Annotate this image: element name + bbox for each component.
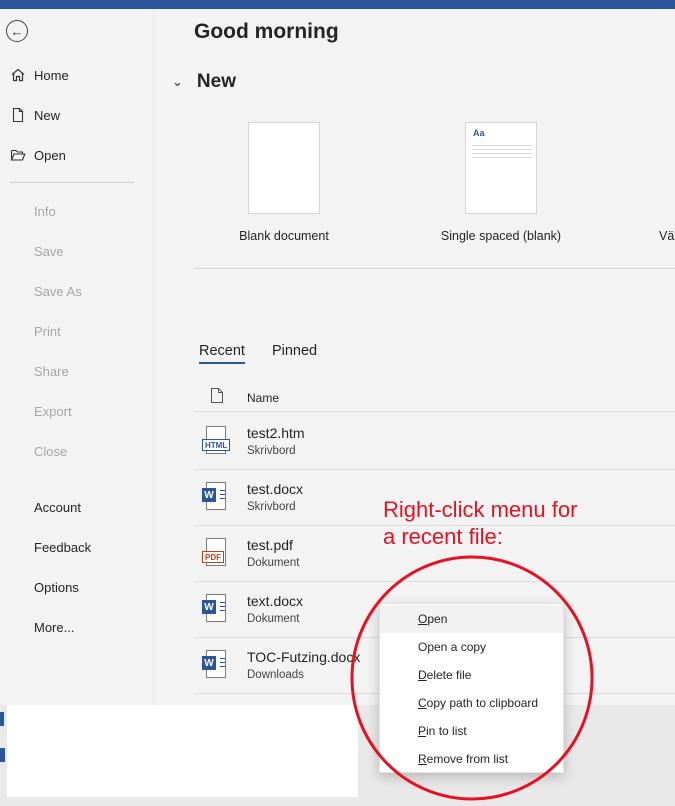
section-divider [194, 268, 675, 269]
sidebar-item-label: Open [34, 147, 66, 163]
sidebar-item-export: Export [0, 398, 154, 424]
template-blank-document[interactable]: Blank document [203, 122, 365, 243]
sidebar-item-label: Close [34, 443, 68, 459]
annotation-line: Right-click menu for [383, 497, 578, 522]
sidebar-item-print: Print [0, 318, 154, 344]
background-fragment [0, 748, 5, 762]
word-file-icon: W [202, 650, 230, 682]
word-file-icon: W [202, 594, 230, 626]
sidebar-item-label: Share [34, 363, 69, 379]
template-thumbnail [248, 122, 320, 214]
title-bar-accent [0, 0, 675, 9]
file-name: test2.htm [247, 425, 305, 441]
file-list-header: Name [194, 385, 675, 412]
sidebar-divider [10, 182, 134, 183]
sidebar-item-label: Account [34, 499, 81, 515]
open-folder-icon [10, 149, 26, 161]
document-icon [211, 388, 223, 403]
file-name: test.pdf [247, 537, 293, 553]
background-document-page [7, 705, 358, 797]
file-name: test.docx [247, 481, 304, 497]
sidebar-item-label: Info [34, 203, 56, 219]
sidebar-item-more[interactable]: More... [0, 614, 154, 640]
annotation-line: a recent file: [383, 524, 503, 549]
greeting-heading: Good morning [194, 20, 339, 43]
backstage-sidebar: ← Home New Open Info Save Save As Print … [0, 9, 154, 705]
sidebar-item-label: Export [34, 403, 72, 419]
sidebar-item-open[interactable]: Open [0, 142, 154, 168]
chevron-down-icon: ⌄ [172, 74, 183, 89]
sidebar-item-label: Print [34, 323, 61, 339]
word-file-icon: W [202, 482, 230, 514]
file-location: Skrivbord [247, 445, 296, 457]
sidebar-item-home[interactable]: Home [0, 62, 154, 88]
file-name: TOC-Futzing.docx [247, 649, 361, 665]
template-label: Vä [659, 229, 675, 243]
column-header-name[interactable]: Name [247, 391, 279, 405]
tab-recent[interactable]: Recent [199, 343, 245, 364]
sidebar-item-save: Save [0, 238, 154, 264]
sidebar-item-label: New [34, 107, 61, 123]
template-thumbnail: Aa [465, 122, 537, 214]
sidebar-item-label: Options [34, 579, 79, 595]
template-label: Single spaced (blank) [440, 229, 562, 243]
back-arrow-icon[interactable]: ← [6, 20, 28, 42]
new-section-header[interactable]: ⌄ New [172, 71, 236, 93]
sidebar-item-label: Feedback [34, 539, 92, 555]
sidebar-item-label: Home [34, 67, 69, 83]
template-partial[interactable]: Vä [659, 122, 675, 243]
sidebar-item-new[interactable]: New [0, 102, 154, 128]
background-fragment [0, 712, 4, 726]
template-label: Blank document [239, 229, 329, 243]
file-location: Dokument [247, 613, 300, 625]
sidebar-item-share: Share [0, 358, 154, 384]
recent-file-row[interactable]: HTML test2.htm Skrivbord [194, 414, 675, 470]
new-document-icon [12, 107, 24, 123]
template-thumb-text: Aa [473, 128, 485, 138]
recent-pinned-tabs: Recent Pinned [199, 343, 317, 364]
sidebar-item-save-as: Save As [0, 278, 154, 304]
sidebar-item-label: Save As [34, 283, 82, 299]
pdf-file-icon: PDF [202, 538, 230, 570]
file-name: text.docx [247, 593, 304, 609]
file-location: Downloads [247, 669, 304, 681]
sidebar-item-options[interactable]: Options [0, 574, 154, 600]
home-icon [11, 68, 25, 82]
sidebar-item-account[interactable]: Account [0, 494, 154, 520]
new-section-title: New [196, 71, 236, 92]
html-file-icon: HTML [202, 426, 231, 458]
file-location: Skrivbord [247, 501, 296, 513]
highlight-ellipse [350, 555, 594, 801]
annotation-text: Right-click menu for a recent file: [383, 496, 577, 550]
sidebar-item-label: Save [34, 243, 64, 259]
sidebar-item-label: More... [34, 619, 75, 635]
file-location: Dokument [247, 557, 300, 569]
template-single-spaced[interactable]: Aa Single spaced (blank) [423, 122, 579, 243]
tab-pinned[interactable]: Pinned [272, 343, 317, 364]
sidebar-item-close: Close [0, 438, 154, 464]
sidebar-item-info: Info [0, 198, 154, 224]
sidebar-item-feedback[interactable]: Feedback [0, 534, 154, 560]
